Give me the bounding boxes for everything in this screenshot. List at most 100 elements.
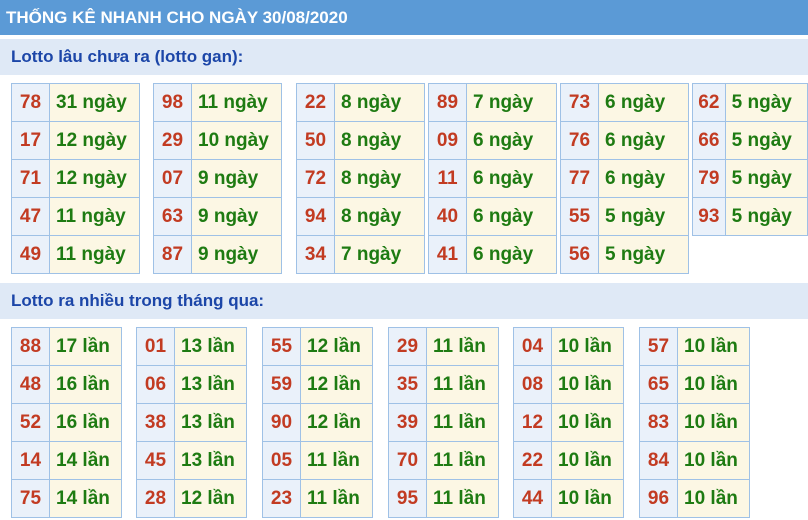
table-row: 62 5 ngày bbox=[692, 83, 808, 122]
lotto-number: 09 bbox=[428, 121, 467, 160]
lotto-number: 01 bbox=[136, 327, 175, 366]
table-row: 41 6 ngày bbox=[428, 235, 557, 274]
lotto-gan-block-3: 22 8 ngày 50 8 ngày 72 8 ngày 94 8 ngày 34 7 ngày bbox=[296, 83, 425, 274]
lotto-count: 6 ngày bbox=[466, 159, 557, 198]
lotto-count: 11 ngày bbox=[49, 197, 140, 236]
lotto-number: 94 bbox=[296, 197, 335, 236]
lotto-number: 66 bbox=[692, 121, 726, 160]
table-row: 23 11 lần bbox=[262, 479, 373, 518]
table-row: 89 7 ngày bbox=[428, 83, 557, 122]
lotto-count: 11 lần bbox=[426, 327, 499, 366]
lotto-count: 10 lần bbox=[677, 403, 750, 442]
table-row: 63 9 ngày bbox=[153, 197, 282, 236]
table-row: 48 16 lần bbox=[11, 365, 122, 404]
lotto-nhieu-block-1: 88 17 lần 48 16 lần 52 16 lần 14 14 lần 75 14 lần bbox=[11, 327, 122, 518]
table-row: 71 12 ngày bbox=[11, 159, 140, 198]
lotto-nhieu-block-6: 57 10 lần 65 10 lần 83 10 lần 84 10 lần 96 10 lần bbox=[639, 327, 750, 518]
lotto-gan-block-6: 62 5 ngày 66 5 ngày 79 5 ngày 93 5 ngày bbox=[692, 83, 808, 236]
lotto-number: 29 bbox=[153, 121, 192, 160]
lotto-number: 79 bbox=[692, 159, 726, 198]
lotto-count: 8 ngày bbox=[334, 121, 425, 160]
lotto-number: 04 bbox=[513, 327, 552, 366]
table-row: 59 12 lần bbox=[262, 365, 373, 404]
lotto-count: 6 ngày bbox=[598, 83, 689, 122]
lotto-number: 41 bbox=[428, 235, 467, 274]
lotto-number: 38 bbox=[136, 403, 175, 442]
lotto-number: 05 bbox=[262, 441, 301, 480]
lotto-count: 6 ngày bbox=[466, 197, 557, 236]
table-row: 39 11 lần bbox=[388, 403, 499, 442]
lotto-count: 12 ngày bbox=[49, 159, 140, 198]
table-row: 83 10 lần bbox=[639, 403, 750, 442]
lotto-count: 7 ngày bbox=[334, 235, 425, 274]
lotto-count: 10 lần bbox=[677, 365, 750, 404]
table-row: 84 10 lần bbox=[639, 441, 750, 480]
lotto-count: 31 ngày bbox=[49, 83, 140, 122]
lotto-count: 12 lần bbox=[300, 327, 373, 366]
lotto-count: 16 lần bbox=[49, 403, 122, 442]
table-row: 50 8 ngày bbox=[296, 121, 425, 160]
lotto-count: 12 ngày bbox=[49, 121, 140, 160]
lotto-count: 5 ngày bbox=[724, 121, 808, 160]
lotto-count: 10 lần bbox=[551, 327, 624, 366]
lotto-count: 7 ngày bbox=[466, 83, 557, 122]
lotto-count: 8 ngày bbox=[334, 197, 425, 236]
table-row: 29 11 lần bbox=[388, 327, 499, 366]
table-row: 12 10 lần bbox=[513, 403, 624, 442]
lotto-count: 5 ngày bbox=[724, 83, 808, 122]
lotto-count: 9 ngày bbox=[191, 197, 282, 236]
table-row: 35 11 lần bbox=[388, 365, 499, 404]
table-row: 57 10 lần bbox=[639, 327, 750, 366]
lotto-count: 11 lần bbox=[426, 479, 499, 518]
lotto-number: 78 bbox=[11, 83, 50, 122]
lotto-count: 13 lần bbox=[174, 403, 247, 442]
table-row: 45 13 lần bbox=[136, 441, 247, 480]
table-row: 52 16 lần bbox=[11, 403, 122, 442]
lotto-number: 52 bbox=[11, 403, 50, 442]
table-row: 22 8 ngày bbox=[296, 83, 425, 122]
lotto-count: 13 lần bbox=[174, 327, 247, 366]
table-row: 14 14 lần bbox=[11, 441, 122, 480]
table-row: 29 10 ngày bbox=[153, 121, 282, 160]
lotto-count: 10 lần bbox=[551, 441, 624, 480]
table-row: 47 11 ngày bbox=[11, 197, 140, 236]
lotto-number: 70 bbox=[388, 441, 427, 480]
lotto-count: 12 lần bbox=[300, 365, 373, 404]
lotto-number: 11 bbox=[428, 159, 467, 198]
lotto-count: 5 ngày bbox=[598, 235, 689, 274]
table-row: 77 6 ngày bbox=[560, 159, 689, 198]
lotto-number: 88 bbox=[11, 327, 50, 366]
lotto-count: 11 lần bbox=[300, 479, 373, 518]
lotto-count: 5 ngày bbox=[724, 197, 808, 236]
lotto-number: 29 bbox=[388, 327, 427, 366]
lotto-count: 5 ngày bbox=[724, 159, 808, 198]
lotto-nhieu-block-4: 29 11 lần 35 11 lần 39 11 lần 70 11 lần 95 11 lần bbox=[388, 327, 499, 518]
lotto-number: 45 bbox=[136, 441, 175, 480]
lotto-number: 89 bbox=[428, 83, 467, 122]
lotto-number: 35 bbox=[388, 365, 427, 404]
lotto-number: 22 bbox=[513, 441, 552, 480]
table-row: 75 14 lần bbox=[11, 479, 122, 518]
table-row: 93 5 ngày bbox=[692, 197, 808, 236]
lotto-number: 90 bbox=[262, 403, 301, 442]
lotto-number: 71 bbox=[11, 159, 50, 198]
table-row: 11 6 ngày bbox=[428, 159, 557, 198]
lotto-count: 9 ngày bbox=[191, 235, 282, 274]
lotto-number: 65 bbox=[639, 365, 678, 404]
page-header: THỐNG KÊ NHANH CHO NGÀY 30/08/2020 bbox=[0, 0, 808, 35]
table-row: 34 7 ngày bbox=[296, 235, 425, 274]
lotto-number: 98 bbox=[153, 83, 192, 122]
lotto-number: 23 bbox=[262, 479, 301, 518]
lotto-gan-block-2: 98 11 ngày 29 10 ngày 07 9 ngày 63 9 ngày 87 9 ng… bbox=[153, 83, 282, 274]
lotto-number: 93 bbox=[692, 197, 726, 236]
lotto-count: 6 ngày bbox=[466, 121, 557, 160]
table-row: 76 6 ngày bbox=[560, 121, 689, 160]
lotto-number: 12 bbox=[513, 403, 552, 442]
lotto-count: 6 ngày bbox=[598, 121, 689, 160]
lotto-gan-block-4: 89 7 ngày 09 6 ngày 11 6 ngày 40 6 ngày 41 6 ngày bbox=[428, 83, 557, 274]
table-row: 90 12 lần bbox=[262, 403, 373, 442]
lotto-number: 62 bbox=[692, 83, 726, 122]
lotto-count: 10 lần bbox=[551, 479, 624, 518]
lotto-gan-block-1: 78 31 ngày 17 12 ngày 71 12 ngày 47 11 ngày 49 11… bbox=[11, 83, 140, 274]
lotto-number: 39 bbox=[388, 403, 427, 442]
